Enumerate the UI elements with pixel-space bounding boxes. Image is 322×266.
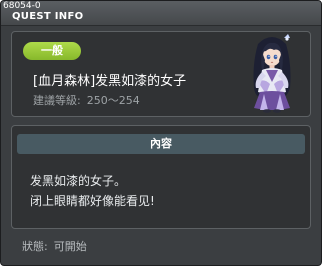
quest-name: [血月森林]发黑如漆的女子: [33, 74, 187, 89]
quest-category-badge: 一般: [23, 42, 81, 60]
quest-content-panel: 內容 发黑如漆的女子。 闭上眼睛都好像能看见!: [11, 125, 311, 229]
status-label: 狀態:: [22, 240, 48, 253]
quest-summary-panel: 一般 [血月森林]发黑如漆的女子 建議等級: 250～254: [11, 31, 311, 117]
quest-status: 狀態: 可開始: [22, 238, 93, 254]
npc-portrait-icon: [253, 34, 291, 113]
window-title: QUEST INFO: [12, 11, 84, 22]
level-label: 建議等級:: [33, 94, 81, 107]
recommended-level: 建議等級: 250～254: [33, 92, 146, 108]
content-header: 內容: [17, 134, 305, 154]
quest-info-window: 68054-0 QUEST INFO 一般 [血月森林]发黑如漆的女子 建議等級…: [0, 0, 322, 266]
content-line: 发黑如漆的女子。: [30, 174, 127, 188]
content-line: 闭上眼睛都好像能看见!: [30, 194, 155, 208]
level-range: 250～254: [86, 94, 140, 107]
status-value: 可開始: [53, 240, 87, 253]
title-bar[interactable]: 68054-0 QUEST INFO: [1, 1, 321, 26]
